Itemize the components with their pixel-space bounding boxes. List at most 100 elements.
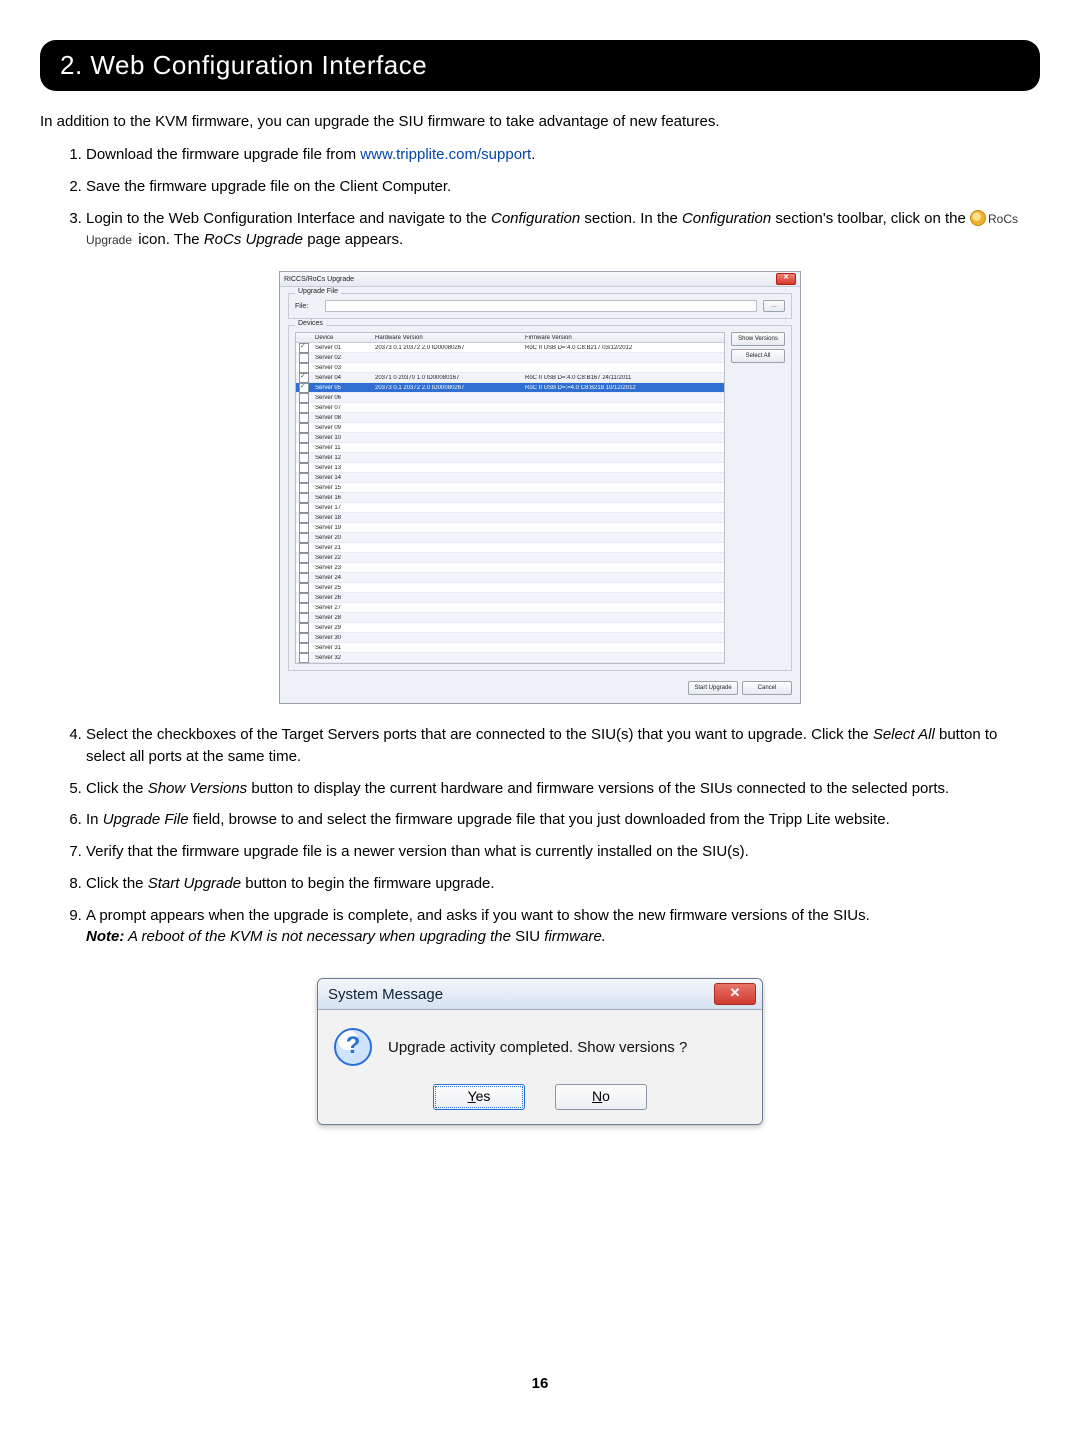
col-hardware: Hardware Version	[372, 335, 522, 341]
row-checkbox[interactable]	[299, 593, 309, 603]
row-checkbox[interactable]	[299, 393, 309, 403]
row-checkbox[interactable]	[299, 653, 309, 663]
table-row[interactable]: Server 29	[296, 623, 724, 633]
cell-device: Server 20	[312, 535, 372, 541]
table-row[interactable]: Server 27	[296, 603, 724, 613]
table-row[interactable]: Server 31	[296, 643, 724, 653]
row-checkbox[interactable]	[299, 613, 309, 623]
intro-text: In addition to the KVM firmware, you can…	[40, 113, 1040, 130]
support-link[interactable]: www.tripplite.com/support	[360, 146, 531, 163]
cell-device: Server 13	[312, 465, 372, 471]
file-input[interactable]	[325, 300, 757, 312]
start-upgrade-button[interactable]: Start Upgrade	[688, 681, 738, 695]
row-checkbox[interactable]	[299, 643, 309, 653]
show-versions-button[interactable]: Show Versions	[731, 332, 785, 346]
table-row[interactable]: Server 0420371 0 20370 1.0 ID00080167RoC…	[296, 373, 724, 383]
table-row[interactable]: Server 06	[296, 393, 724, 403]
row-checkbox[interactable]	[299, 633, 309, 643]
table-row[interactable]: Server 24	[296, 573, 724, 583]
row-checkbox[interactable]	[299, 383, 309, 393]
row-checkbox[interactable]	[299, 603, 309, 613]
cancel-button[interactable]: Cancel	[742, 681, 792, 695]
row-checkbox[interactable]	[299, 583, 309, 593]
table-row[interactable]: Server 15	[296, 483, 724, 493]
table-row[interactable]: Server 17	[296, 503, 724, 513]
note-label: Note:	[86, 928, 124, 945]
step-8: Click the Start Upgrade button to begin …	[86, 873, 1040, 895]
close-icon[interactable]: ✕	[714, 983, 756, 1005]
cell-device: Server 31	[312, 645, 372, 651]
row-checkbox[interactable]	[299, 513, 309, 523]
table-row[interactable]: Server 0520373 0.1 20372 2.0 ID00080267R…	[296, 383, 724, 393]
system-message-dialog: System Message ✕ ? Upgrade activity comp…	[317, 978, 763, 1125]
table-row[interactable]: Server 0120373 0.1 20372 2.0 ID00080267R…	[296, 343, 724, 353]
note-siu: SIU	[515, 928, 540, 945]
cell-device: Server 07	[312, 405, 372, 411]
table-row[interactable]: Server 23	[296, 563, 724, 573]
row-checkbox[interactable]	[299, 373, 309, 383]
no-button[interactable]: No	[555, 1084, 647, 1110]
table-row[interactable]: Server 08	[296, 413, 724, 423]
row-checkbox[interactable]	[299, 493, 309, 503]
row-checkbox[interactable]	[299, 363, 309, 373]
step-9: A prompt appears when the upgrade is com…	[86, 905, 1040, 949]
cell-device: Server 02	[312, 355, 372, 361]
row-checkbox[interactable]	[299, 473, 309, 483]
row-checkbox[interactable]	[299, 443, 309, 453]
step-6-a: In	[86, 811, 103, 828]
cell-device: Server 04	[312, 375, 372, 381]
row-checkbox[interactable]	[299, 523, 309, 533]
browse-button[interactable]: …	[763, 300, 785, 312]
table-row[interactable]: Server 09	[296, 423, 724, 433]
table-row[interactable]: Server 13	[296, 463, 724, 473]
cell-device: Server 27	[312, 605, 372, 611]
yes-button[interactable]: Yes	[433, 1084, 525, 1110]
table-row[interactable]: Server 07	[296, 403, 724, 413]
row-checkbox[interactable]	[299, 573, 309, 583]
row-checkbox[interactable]	[299, 453, 309, 463]
row-checkbox[interactable]	[299, 403, 309, 413]
row-checkbox[interactable]	[299, 463, 309, 473]
cell-device: Server 32	[312, 655, 372, 661]
row-checkbox[interactable]	[299, 543, 309, 553]
select-all-button[interactable]: Select All	[731, 349, 785, 363]
step-1-text-a: Download the firmware upgrade file from	[86, 146, 360, 163]
row-checkbox[interactable]	[299, 413, 309, 423]
close-icon[interactable]: ✕	[776, 273, 796, 285]
table-row[interactable]: Server 02	[296, 353, 724, 363]
table-row[interactable]: Server 21	[296, 543, 724, 553]
table-row[interactable]: Server 25	[296, 583, 724, 593]
row-checkbox[interactable]	[299, 623, 309, 633]
riccs-titlebar: RICCS/RoCs Upgrade ✕	[280, 272, 800, 287]
row-checkbox[interactable]	[299, 423, 309, 433]
table-row[interactable]: Server 26	[296, 593, 724, 603]
row-checkbox[interactable]	[299, 483, 309, 493]
table-row[interactable]: Server 12	[296, 453, 724, 463]
table-row[interactable]: Server 14	[296, 473, 724, 483]
table-row[interactable]: Server 28	[296, 613, 724, 623]
table-row[interactable]: Server 11	[296, 443, 724, 453]
table-row[interactable]: Server 19	[296, 523, 724, 533]
table-row[interactable]: Server 18	[296, 513, 724, 523]
step-2: Save the firmware upgrade file on the Cl…	[86, 176, 1040, 198]
row-checkbox[interactable]	[299, 563, 309, 573]
row-checkbox[interactable]	[299, 533, 309, 543]
table-row[interactable]: Server 10	[296, 433, 724, 443]
row-checkbox[interactable]	[299, 433, 309, 443]
question-icon: ?	[334, 1028, 372, 1066]
row-checkbox[interactable]	[299, 553, 309, 563]
table-row[interactable]: Server 20	[296, 533, 724, 543]
row-checkbox[interactable]	[299, 503, 309, 513]
note-c: firmware.	[540, 928, 606, 945]
cell-device: Server 18	[312, 515, 372, 521]
table-row[interactable]: Server 16	[296, 493, 724, 503]
table-row[interactable]: Server 03	[296, 363, 724, 373]
row-checkbox[interactable]	[299, 343, 309, 353]
cell-device: Server 16	[312, 495, 372, 501]
table-row[interactable]: Server 22	[296, 553, 724, 563]
col-device: Device	[312, 335, 372, 341]
devices-table-header: Device Hardware Version Firmware Version	[296, 333, 724, 343]
row-checkbox[interactable]	[299, 353, 309, 363]
table-row[interactable]: Server 32	[296, 653, 724, 663]
table-row[interactable]: Server 30	[296, 633, 724, 643]
